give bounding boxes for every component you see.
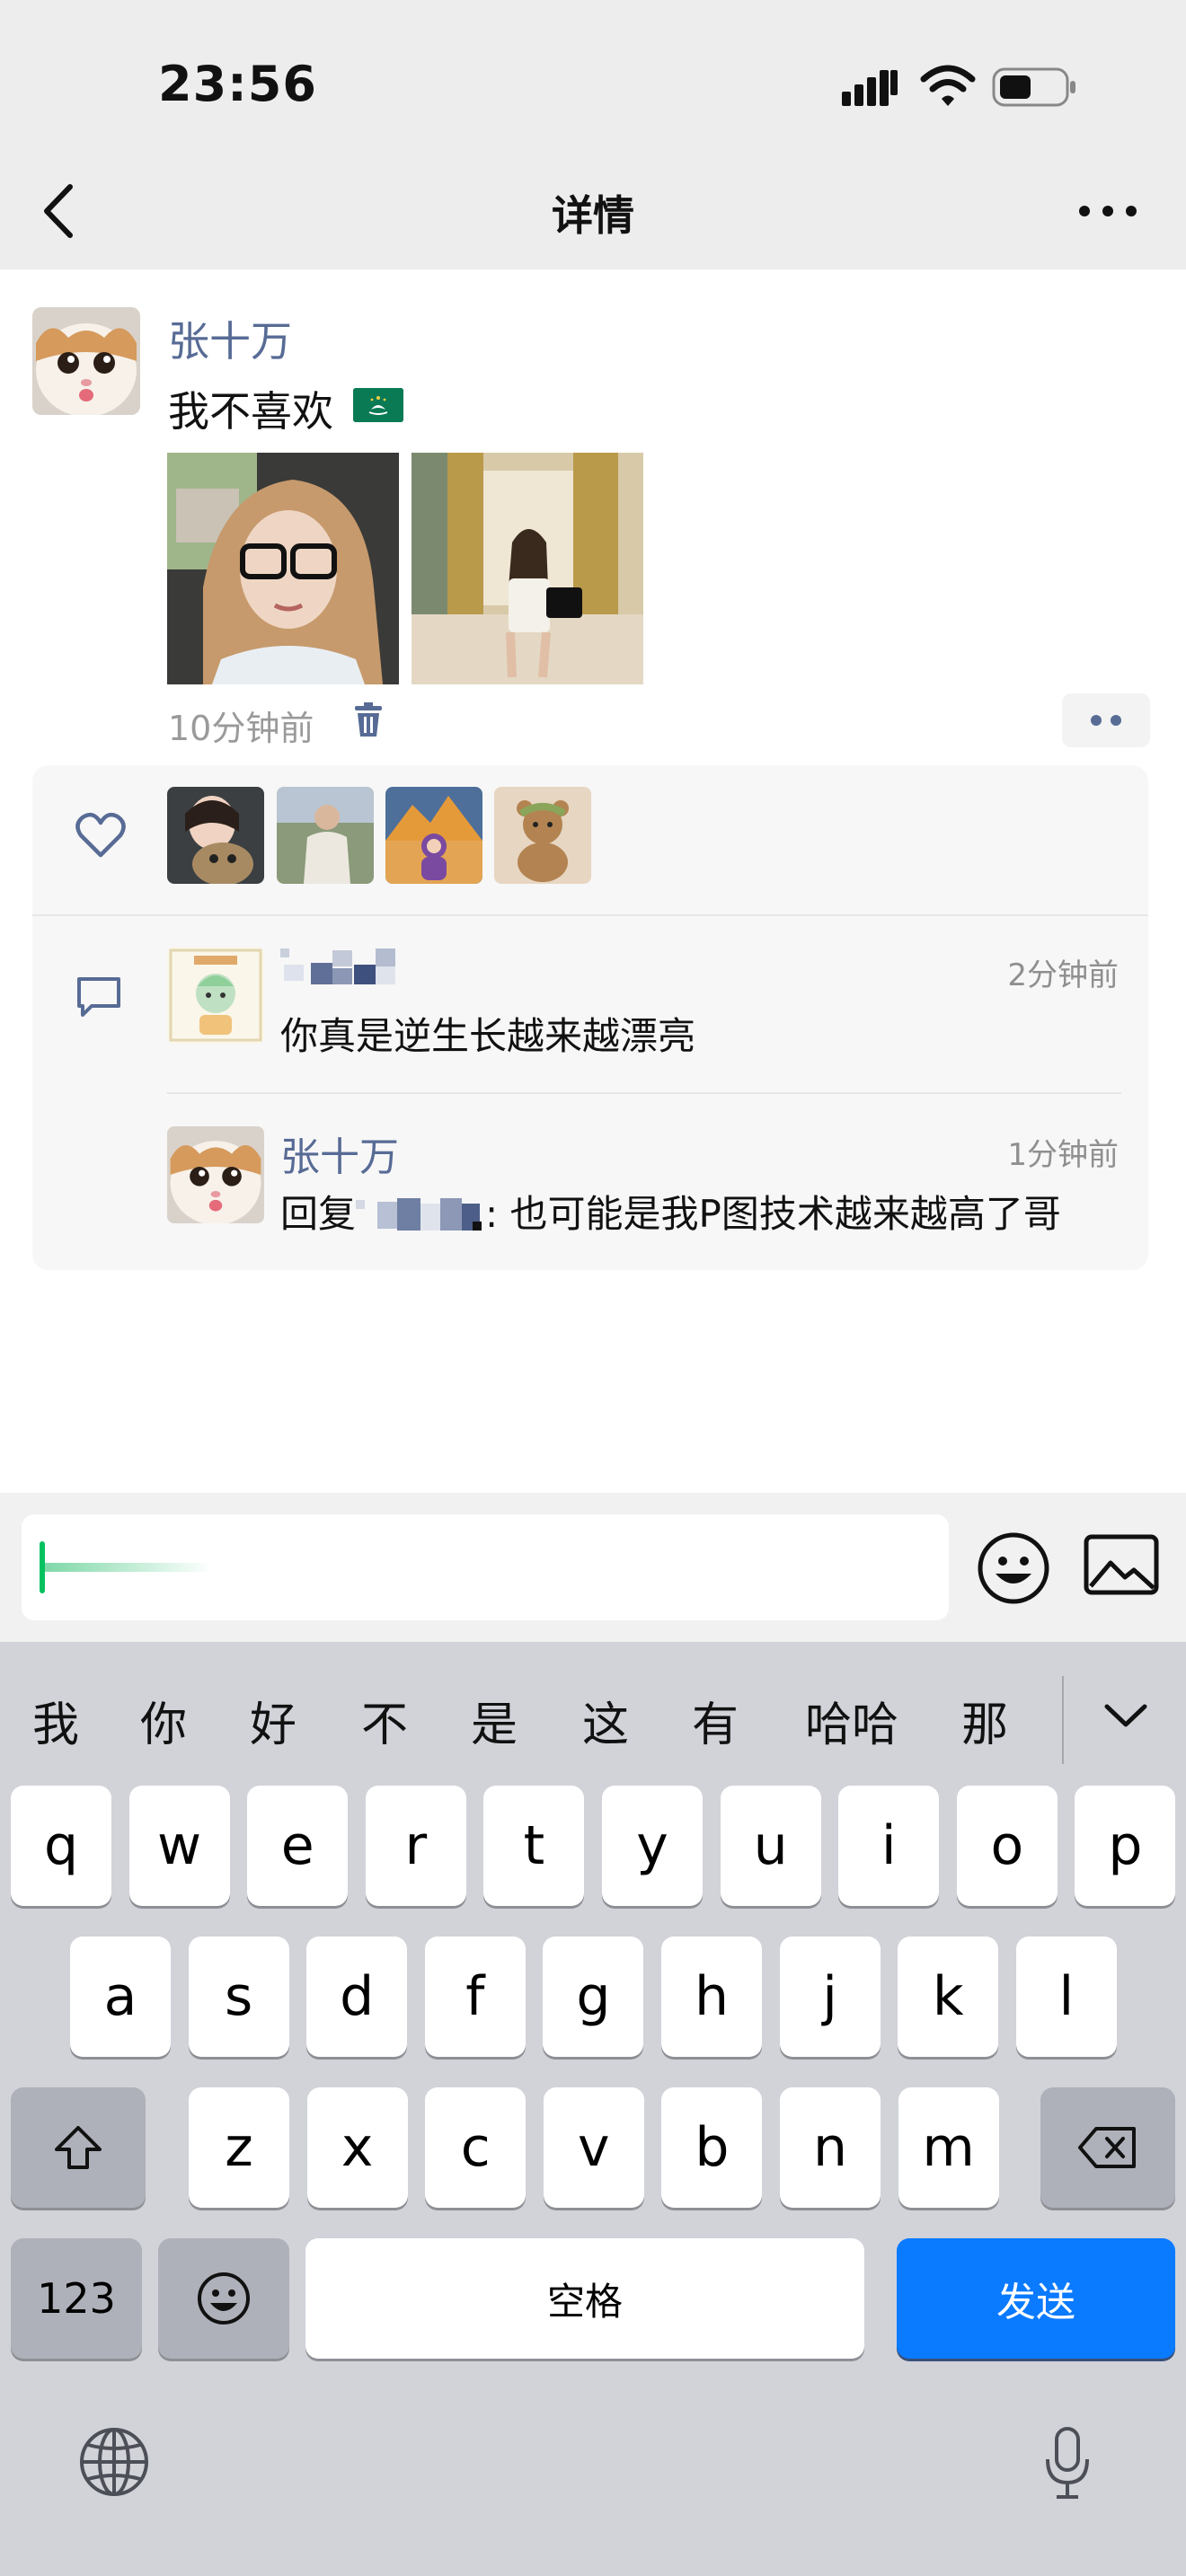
numbers-key[interactable]: 123	[11, 2238, 142, 2359]
post-author-name[interactable]: 张十万	[168, 309, 292, 368]
space-key[interactable]: 空格	[305, 2238, 864, 2359]
post-photo-2[interactable]	[412, 453, 643, 684]
key-n[interactable]: n	[780, 2087, 881, 2208]
emoji-key[interactable]	[158, 2238, 289, 2359]
reply-body: : 也可能是我P图技术越来越高了哥	[485, 1192, 1061, 1236]
comment-text[interactable]: 你真是逆生长越来越漂亮	[280, 1006, 695, 1061]
more-icon[interactable]	[1076, 199, 1139, 223]
mic-icon[interactable]	[1042, 2425, 1093, 2502]
key-r[interactable]: r	[365, 1786, 466, 1906]
key-x[interactable]: x	[306, 2087, 408, 2208]
comment-timestamp: 1分钟前	[1007, 1137, 1119, 1173]
like-avatar[interactable]	[494, 787, 591, 884]
comment-icon	[77, 977, 120, 1017]
candidate-word[interactable]: 哈哈	[805, 1687, 898, 1754]
candidate-word[interactable]: 有	[692, 1687, 739, 1754]
like-avatar[interactable]	[167, 787, 264, 884]
key-p[interactable]: p	[1075, 1786, 1176, 1906]
delete-icon[interactable]	[353, 702, 384, 738]
backspace-icon	[1078, 2127, 1136, 2168]
commenter-avatar[interactable]	[167, 1126, 264, 1223]
like-avatar[interactable]	[385, 787, 482, 884]
candidate-word[interactable]: 我	[32, 1687, 79, 1754]
key-i[interactable]: i	[838, 1786, 940, 1906]
key-y[interactable]: y	[602, 1786, 703, 1906]
candidate-word[interactable]: 是	[471, 1687, 518, 1754]
key-a[interactable]: a	[70, 1936, 171, 2057]
shift-key[interactable]	[11, 2087, 146, 2208]
chevron-down-icon[interactable]	[1102, 1699, 1150, 1732]
key-k[interactable]: k	[898, 1936, 999, 2057]
battery-icon	[992, 67, 1075, 107]
candidate-word[interactable]: 好	[250, 1687, 296, 1754]
panel-divider	[32, 914, 1148, 916]
key-o[interactable]: o	[956, 1786, 1058, 1906]
reply-target-pixelated	[356, 1194, 486, 1232]
send-key[interactable]: 发送	[897, 2238, 1175, 2359]
image-icon[interactable]	[1084, 1534, 1159, 1602]
author-avatar[interactable]	[32, 307, 140, 415]
commenter-name-pixelated[interactable]	[280, 947, 401, 986]
emoji-key-icon	[198, 2272, 250, 2325]
like-avatar[interactable]	[277, 787, 374, 884]
key-m[interactable]: m	[898, 2087, 999, 2208]
key-j[interactable]: j	[779, 1936, 881, 2057]
commenter-name[interactable]: 张十万	[280, 1125, 399, 1182]
like-comment-menu-button[interactable]	[1062, 693, 1150, 747]
commenter-avatar[interactable]	[167, 947, 264, 1044]
post-text: 我不喜欢	[168, 387, 333, 436]
candidate-separator	[1062, 1676, 1064, 1764]
emoji-icon[interactable]	[976, 1531, 1051, 1606]
key-v[interactable]: v	[543, 2087, 644, 2208]
comment-reply-text[interactable]: 回复 : 也可能是我P图技术越来越高了哥	[280, 1184, 1061, 1239]
wifi-icon	[920, 65, 976, 106]
candidate-word[interactable]: 这	[582, 1687, 629, 1754]
key-d[interactable]: d	[306, 1936, 408, 2057]
reply-prefix: 回复	[280, 1192, 357, 1236]
candidate-word[interactable]: 那	[961, 1687, 1008, 1754]
comment-divider	[167, 1092, 1121, 1094]
post-timestamp: 10分钟前	[168, 709, 314, 748]
key-s[interactable]: s	[188, 1936, 289, 2057]
status-time: 23:56	[158, 56, 317, 112]
key-g[interactable]: g	[543, 1936, 644, 2057]
backspace-key[interactable]	[1040, 2087, 1175, 2208]
page-title: 详情	[552, 191, 634, 240]
cellular-signal-icon	[842, 70, 898, 106]
key-e[interactable]: e	[247, 1786, 349, 1906]
key-b[interactable]: b	[661, 2087, 763, 2208]
macau-flag-emoji	[353, 388, 403, 422]
key-f[interactable]: f	[424, 1936, 526, 2057]
key-q[interactable]: q	[11, 1786, 111, 1906]
shift-icon	[55, 2126, 102, 2169]
cursor-trail	[45, 1563, 212, 1572]
key-h[interactable]: h	[661, 1936, 762, 2057]
key-t[interactable]: t	[483, 1786, 585, 1906]
key-z[interactable]: z	[189, 2087, 289, 2208]
key-w[interactable]: w	[128, 1786, 230, 1906]
candidate-word[interactable]: 不	[361, 1687, 408, 1754]
key-l[interactable]: l	[1015, 1936, 1117, 2057]
globe-icon[interactable]	[77, 2425, 151, 2499]
comment-timestamp: 2分钟前	[1007, 957, 1119, 993]
candidate-word[interactable]: 你	[140, 1687, 187, 1754]
heart-icon	[75, 812, 126, 858]
post-photo-1[interactable]	[167, 453, 399, 684]
key-u[interactable]: u	[720, 1786, 821, 1906]
key-c[interactable]: c	[425, 2087, 527, 2208]
